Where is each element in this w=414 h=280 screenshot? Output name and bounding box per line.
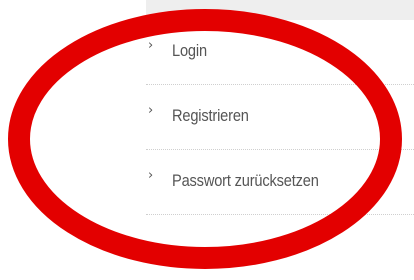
chevron-right-icon: › — [148, 103, 154, 118]
menu-item-register[interactable]: › Registrieren — [146, 85, 414, 150]
menu-item-login[interactable]: › Login — [146, 20, 414, 85]
menu-item-label: Login — [172, 41, 207, 60]
menu-item-reset-password[interactable]: › Passwort zurücksetzen — [146, 150, 414, 215]
top-bar — [146, 0, 414, 20]
chevron-right-icon: › — [148, 38, 154, 53]
menu-item-label: Passwort zurücksetzen — [172, 171, 319, 190]
page: › Login › Registrieren › Passwort zurück… — [0, 0, 414, 280]
account-menu: › Login › Registrieren › Passwort zurück… — [146, 20, 414, 215]
menu-item-label: Registrieren — [172, 106, 249, 125]
chevron-right-icon: › — [148, 168, 154, 183]
